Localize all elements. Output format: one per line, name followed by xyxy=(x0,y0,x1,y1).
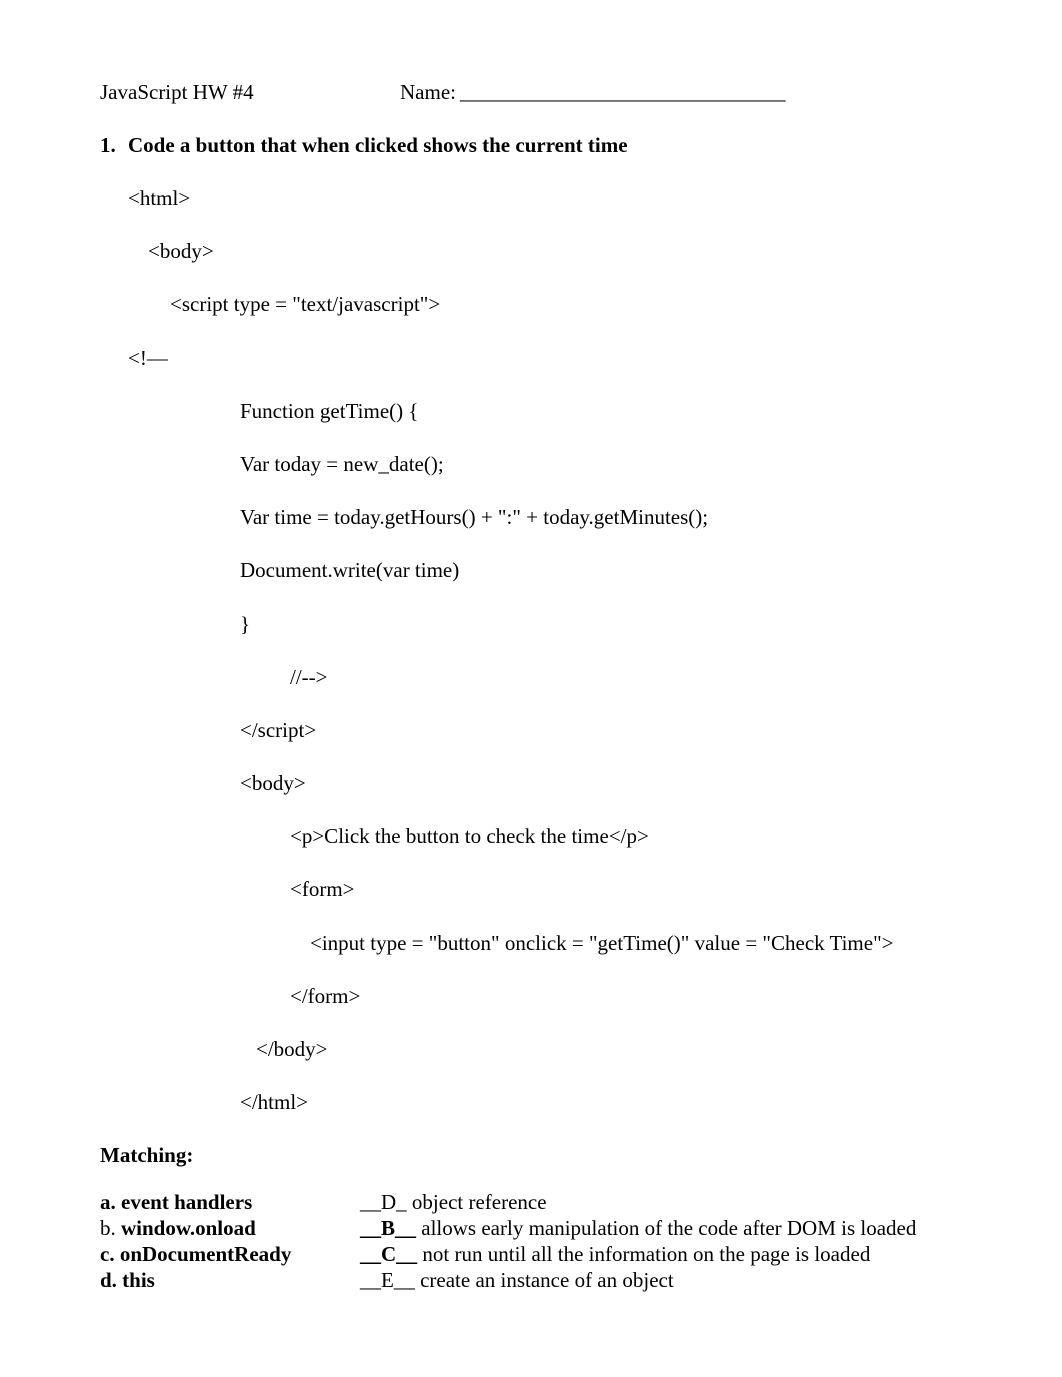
code-line: </body> xyxy=(100,1037,962,1062)
matching-definition: __C__ not run until all the information … xyxy=(360,1242,916,1268)
matching-term: c. onDocumentReady xyxy=(100,1242,360,1268)
code-line: <p>Click the button to check the time</p… xyxy=(100,824,962,849)
code-line: <!— xyxy=(100,346,962,371)
matching-answer: __B__ xyxy=(360,1216,416,1240)
document-page: JavaScript HW #4 Name: _________________… xyxy=(0,0,1062,1374)
code-line: Function getTime() { xyxy=(100,399,962,424)
matching-description: not run until all the information on the… xyxy=(417,1242,870,1266)
matching-definition: __D_ object reference xyxy=(360,1190,916,1216)
code-line: Document.write(var time) xyxy=(100,558,962,583)
code-line: //--> xyxy=(100,665,962,690)
code-line: </html> xyxy=(100,1090,962,1115)
code-line: <form> xyxy=(100,877,962,902)
matching-title: Matching: xyxy=(100,1143,962,1168)
code-line: <body> xyxy=(100,771,962,796)
question-1-text: Code a button that when clicked shows th… xyxy=(128,133,628,158)
code-answer: <html> <body> <script type = "text/javas… xyxy=(100,186,962,1115)
code-line: </form> xyxy=(100,984,962,1009)
name-blank: _______________________________ xyxy=(460,80,786,105)
code-line: <input type = "button" onclick = "getTim… xyxy=(100,931,962,956)
matching-row: a. event handlers__D_ object reference xyxy=(100,1190,916,1216)
matching-term: a. event handlers xyxy=(100,1190,360,1216)
matching-answer: __D_ xyxy=(360,1190,407,1214)
code-line: <html> xyxy=(100,186,962,211)
code-line: </script> xyxy=(100,718,962,743)
code-line: } xyxy=(100,612,962,637)
header-line: JavaScript HW #4 Name: _________________… xyxy=(100,80,962,105)
matching-row: d. this__E__ create an instance of an ob… xyxy=(100,1268,916,1294)
matching-definition: __B__ allows early manipulation of the c… xyxy=(360,1216,916,1242)
matching-description: create an instance of an object xyxy=(415,1268,674,1292)
code-line: Var time = today.getHours() + ":" + toda… xyxy=(100,505,962,530)
code-line: <script type = "text/javascript"> xyxy=(100,292,962,317)
question-1: 1. Code a button that when clicked shows… xyxy=(100,133,962,158)
question-1-number: 1. xyxy=(100,133,128,158)
code-line: <body> xyxy=(100,239,962,264)
matching-description: allows early manipulation of the code af… xyxy=(416,1216,916,1240)
matching-answer: __C__ xyxy=(360,1242,417,1266)
name-label: Name: xyxy=(400,80,456,105)
matching-description: object reference xyxy=(407,1190,547,1214)
hw-title: JavaScript HW #4 xyxy=(100,80,400,105)
matching-definition: __E__ create an instance of an object xyxy=(360,1268,916,1294)
matching-row: b. window.onload__B__ allows early manip… xyxy=(100,1216,916,1242)
matching-term: b. window.onload xyxy=(100,1216,360,1242)
matching-term: d. this xyxy=(100,1268,360,1294)
matching-table: a. event handlers__D_ object referenceb.… xyxy=(100,1190,916,1294)
matching-row: c. onDocumentReady__C__ not run until al… xyxy=(100,1242,916,1268)
code-line: Var today = new_date(); xyxy=(100,452,962,477)
matching-answer: __E__ xyxy=(360,1268,415,1292)
